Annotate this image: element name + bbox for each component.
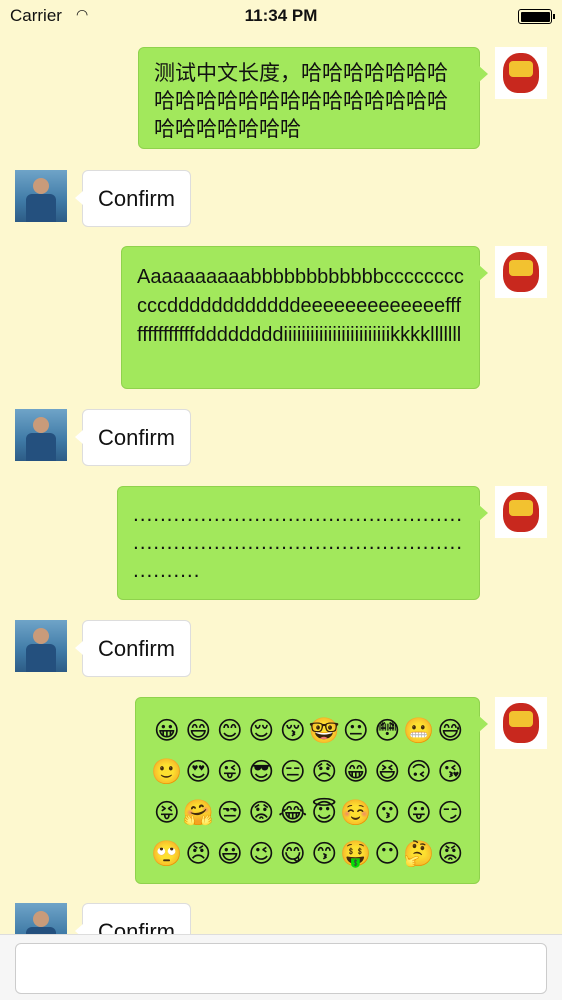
emoji: 🙃 bbox=[405, 758, 432, 786]
my-avatar[interactable] bbox=[495, 246, 547, 298]
input-bar bbox=[0, 934, 562, 1000]
emoji: 😍 bbox=[185, 758, 212, 786]
message-input[interactable] bbox=[15, 943, 547, 994]
emoji: 😐 bbox=[342, 717, 369, 745]
emoji: 😑 bbox=[279, 758, 306, 786]
message-bubble-received[interactable]: Confirm bbox=[74, 409, 192, 466]
emoji: 😠 bbox=[185, 840, 212, 868]
contact-avatar[interactable] bbox=[15, 620, 67, 672]
emoji: 😎 bbox=[248, 758, 275, 786]
emoji: 😊 bbox=[216, 717, 243, 745]
message-bubble-sent[interactable]: 😀 😄 😊 😌 😚 🤓 😐 😳 😬 😅 🙂 😍 😜 😎 😑 😞 😁 😆 🙃 😘 😝 🤗 😒 😟 😂 😇 ☺️ 😗 😛 😏 🙄 😠 😃 😉 😋 😙 🤑 😶 🤔… bbox=[135, 697, 488, 884]
emoji: 😡 bbox=[437, 840, 464, 868]
emoji: 😆 bbox=[374, 758, 401, 786]
emoji: 🤗 bbox=[182, 799, 214, 827]
emoji: 🙄 bbox=[151, 840, 183, 868]
emoji: 😒 bbox=[216, 799, 243, 827]
emoji: 😚 bbox=[279, 717, 306, 745]
emoji: 🤑 bbox=[340, 840, 372, 868]
status-bar: Carrier ◠ 11:34 PM bbox=[0, 0, 562, 32]
message-bubble-sent[interactable]: ........................................… bbox=[117, 486, 488, 600]
message-bubble-received[interactable]: Confirm bbox=[74, 170, 192, 227]
battery-icon bbox=[518, 9, 555, 24]
emoji: 😞 bbox=[311, 758, 338, 786]
emoji: 😉 bbox=[248, 840, 275, 868]
message-text: Confirm bbox=[98, 636, 176, 661]
my-avatar[interactable] bbox=[495, 47, 547, 99]
message-bubble-sent[interactable]: Aaaaaaaaaabbbbbbbbbbbbcccccccccccddddddd… bbox=[121, 246, 488, 389]
message-text: ........................................… bbox=[133, 503, 463, 582]
emoji: 😟 bbox=[248, 799, 275, 827]
clock: 11:34 PM bbox=[244, 6, 318, 25]
message-text: 测试中文长度，哈哈哈哈哈哈哈哈哈哈哈哈哈哈哈哈哈哈哈哈哈哈哈哈哈哈哈哈 bbox=[154, 62, 448, 141]
message-bubble-sent[interactable]: 测试中文长度，哈哈哈哈哈哈哈哈哈哈哈哈哈哈哈哈哈哈哈哈哈哈哈哈哈哈哈哈 bbox=[138, 47, 488, 149]
emoji-grid: 😀 😄 😊 😌 😚 🤓 😐 😳 😬 😅 🙂 😍 😜 😎 😑 😞 😁 😆 🙃 😘 😝 🤗 😒 😟 😂 😇 ☺️ 😗 😛 😏 🙄 😠 😃 😉 😋 😙 🤑 😶 🤔… bbox=[151, 715, 464, 871]
emoji: 😌 bbox=[248, 717, 275, 745]
emoji: 😝 bbox=[153, 799, 180, 827]
message-text: Confirm bbox=[98, 425, 176, 450]
emoji: 😂 bbox=[278, 799, 308, 827]
my-avatar[interactable] bbox=[495, 697, 547, 749]
emoji: 😜 bbox=[216, 758, 243, 786]
my-avatar[interactable] bbox=[495, 486, 547, 538]
emoji: 😃 bbox=[216, 840, 243, 868]
emoji: 😇 bbox=[311, 799, 338, 827]
emoji: 🙂 bbox=[151, 758, 183, 786]
message-text: Aaaaaaaaaabbbbbbbbbbbbcccccccccccddddddd… bbox=[137, 266, 464, 346]
emoji: 😶 bbox=[374, 840, 401, 868]
emoji: 😏 bbox=[437, 799, 464, 827]
emoji: 😙 bbox=[311, 840, 338, 868]
emoji: ☺️ bbox=[340, 799, 372, 827]
emoji: 😛 bbox=[405, 799, 432, 827]
emoji: 🤓 bbox=[308, 717, 340, 745]
emoji: 😀 bbox=[153, 717, 180, 745]
emoji: 😄 bbox=[185, 717, 212, 745]
emoji: 🤔 bbox=[403, 840, 435, 868]
emoji: 😋 bbox=[279, 840, 306, 868]
emoji: 😗 bbox=[374, 799, 401, 827]
message-bubble-received[interactable]: Confirm bbox=[74, 620, 192, 677]
contact-avatar[interactable] bbox=[15, 170, 67, 222]
message-text: Confirm bbox=[98, 186, 176, 211]
emoji: 😅 bbox=[437, 717, 464, 745]
emoji: 😳 bbox=[374, 717, 401, 745]
emoji: 😁 bbox=[342, 758, 369, 786]
emoji: 😬 bbox=[403, 717, 435, 745]
contact-avatar[interactable] bbox=[15, 409, 67, 461]
emoji: 😘 bbox=[437, 758, 464, 786]
